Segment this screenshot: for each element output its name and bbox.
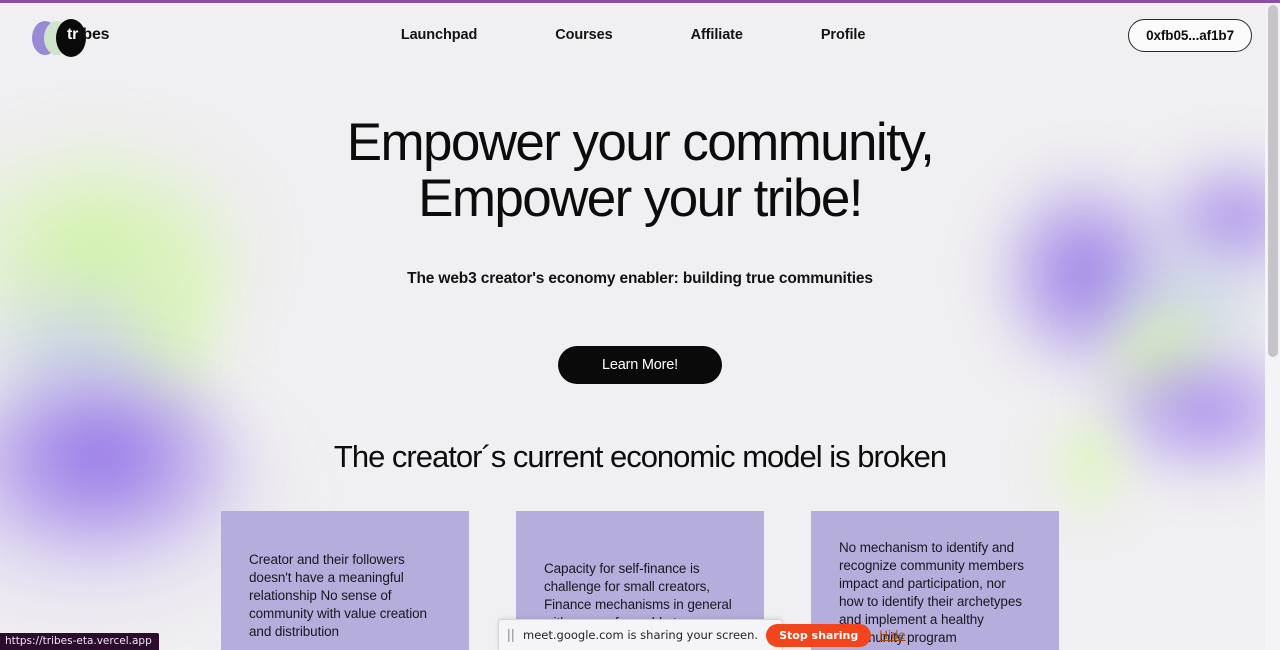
problem-card: Creator and their followers doesn't have… — [221, 511, 469, 650]
logo[interactable]: tribes — [28, 15, 138, 57]
hide-link[interactable]: Hide — [879, 628, 905, 642]
hero-title-line-1: Empower your community, — [346, 113, 935, 172]
status-bar-url: https://tribes-eta.vercel.app — [0, 633, 159, 650]
nav-item-courses[interactable]: Courses — [545, 21, 622, 49]
logo-wordmark: tribes — [67, 26, 110, 43]
primary-nav: Launchpad Courses Affiliate Profile — [138, 21, 1128, 49]
share-status-text: meet.google.com is sharing your screen. — [523, 628, 759, 642]
section-title-broken-model: The creator´s current economic model is … — [333, 439, 947, 475]
nav-item-affiliate[interactable]: Affiliate — [681, 21, 753, 49]
screen-share-border — [0, 0, 1280, 3]
hero-cta-wrapper: Learn More! — [0, 346, 1280, 385]
browser-viewport: tribes Launchpad Courses Affiliate Profi… — [0, 3, 1280, 650]
navbar: tribes Launchpad Courses Affiliate Profi… — [0, 3, 1280, 67]
nav-item-launchpad[interactable]: Launchpad — [391, 21, 487, 49]
hero-subtitle: The web3 creator's economy enabler: buil… — [407, 270, 873, 288]
scrollbar-thumb[interactable] — [1268, 5, 1278, 357]
drag-handle-icon[interactable] — [508, 628, 515, 642]
screen-share-notification: meet.google.com is sharing your screen. … — [498, 619, 905, 650]
hero-title-line-2: Empower your tribe! — [418, 168, 863, 228]
hero-section: Empower your community, Empower your tri… — [0, 115, 1280, 385]
stop-sharing-button[interactable]: Stop sharing — [766, 623, 872, 647]
wallet-address-button[interactable]: 0xfb05...af1b7 — [1128, 18, 1252, 52]
page-title: Empower your community, Empower your tri… — [0, 115, 1280, 226]
nav-item-profile[interactable]: Profile — [811, 21, 875, 49]
learn-more-button[interactable]: Learn More! — [558, 346, 722, 385]
